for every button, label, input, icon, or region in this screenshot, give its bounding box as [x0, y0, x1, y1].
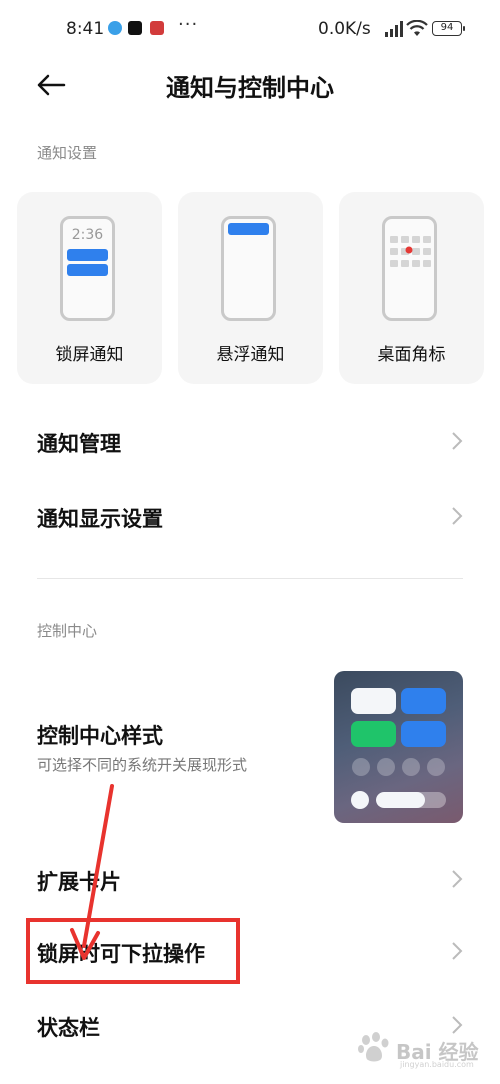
floating-notification-bar [228, 223, 269, 235]
battery-icon: 94 [432, 21, 465, 36]
notification-style-cards: 2:36 锁屏通知 悬浮通知 桌面角标 [17, 192, 484, 384]
cc-tile-blue [401, 721, 446, 747]
card-desktop-badge[interactable]: 桌面角标 [339, 192, 484, 384]
row-title: 扩展卡片 [37, 870, 121, 894]
page-title: 通知与控制中心 [166, 74, 334, 102]
card-lockscreen-notification[interactable]: 2:36 锁屏通知 [17, 192, 162, 384]
paw-logo-icon [358, 1032, 389, 1062]
lockscreen-phone-illustration: 2:36 [60, 216, 115, 321]
baidu-watermark: Bai 经验 jingyan.baidu.com [356, 1026, 486, 1070]
floating-phone-illustration [221, 216, 276, 321]
cc-tile-green [351, 721, 396, 747]
cc-slider [376, 792, 446, 808]
lockscreen-clock: 2:36 [71, 227, 104, 243]
network-speed: 0.0K/s [318, 19, 371, 39]
row-notification-display-settings[interactable]: 通知显示设置 [0, 485, 500, 545]
notification-bar [67, 264, 108, 276]
section-divider [37, 578, 463, 579]
badge-phone-illustration [382, 216, 437, 321]
status-bar: 8:41 ··· 0.0K/s 94 [0, 0, 500, 60]
card-label: 桌面角标 [377, 345, 446, 365]
card-label: 锁屏通知 [55, 345, 124, 365]
more-notifications-icon: ··· [178, 14, 199, 35]
tiktok-icon [128, 21, 142, 35]
section-label-control-center: 控制中心 [37, 622, 98, 640]
row-extended-cards[interactable]: 扩展卡片 [0, 850, 500, 910]
row-title: 控制中心样式 [37, 724, 163, 748]
status-time: 8:41 [66, 19, 105, 39]
wifi-icon [406, 20, 428, 36]
row-title: 通知显示设置 [37, 507, 163, 531]
chevron-right-icon [452, 942, 463, 960]
app-badge-icon [150, 21, 164, 35]
signal-icon [385, 21, 403, 37]
section-label-notification: 通知设置 [37, 144, 98, 162]
card-label: 悬浮通知 [216, 345, 285, 365]
header: 通知与控制中心 [0, 56, 500, 112]
notification-bar [67, 249, 108, 261]
chevron-right-icon [452, 432, 463, 450]
row-subtitle: 可选择不同的系统开关展现形式 [37, 756, 248, 774]
row-title: 通知管理 [37, 432, 121, 456]
watermark-url: jingyan.baidu.com [400, 1060, 474, 1069]
chevron-right-icon [452, 507, 463, 525]
card-floating-notification[interactable]: 悬浮通知 [178, 192, 323, 384]
cc-toggle-circles [352, 758, 445, 776]
badge-dot [405, 246, 413, 254]
cc-tile-white [351, 688, 396, 714]
cc-brightness-knob [351, 791, 369, 809]
cc-tile-blue [401, 688, 446, 714]
row-notification-management[interactable]: 通知管理 [0, 410, 500, 470]
control-center-preview[interactable] [334, 671, 463, 823]
annotation-highlight-box [26, 918, 240, 984]
row-title: 状态栏 [37, 1016, 100, 1040]
chevron-right-icon [452, 870, 463, 888]
app-notification-icon [108, 21, 122, 35]
app-grid-icon [390, 236, 431, 267]
